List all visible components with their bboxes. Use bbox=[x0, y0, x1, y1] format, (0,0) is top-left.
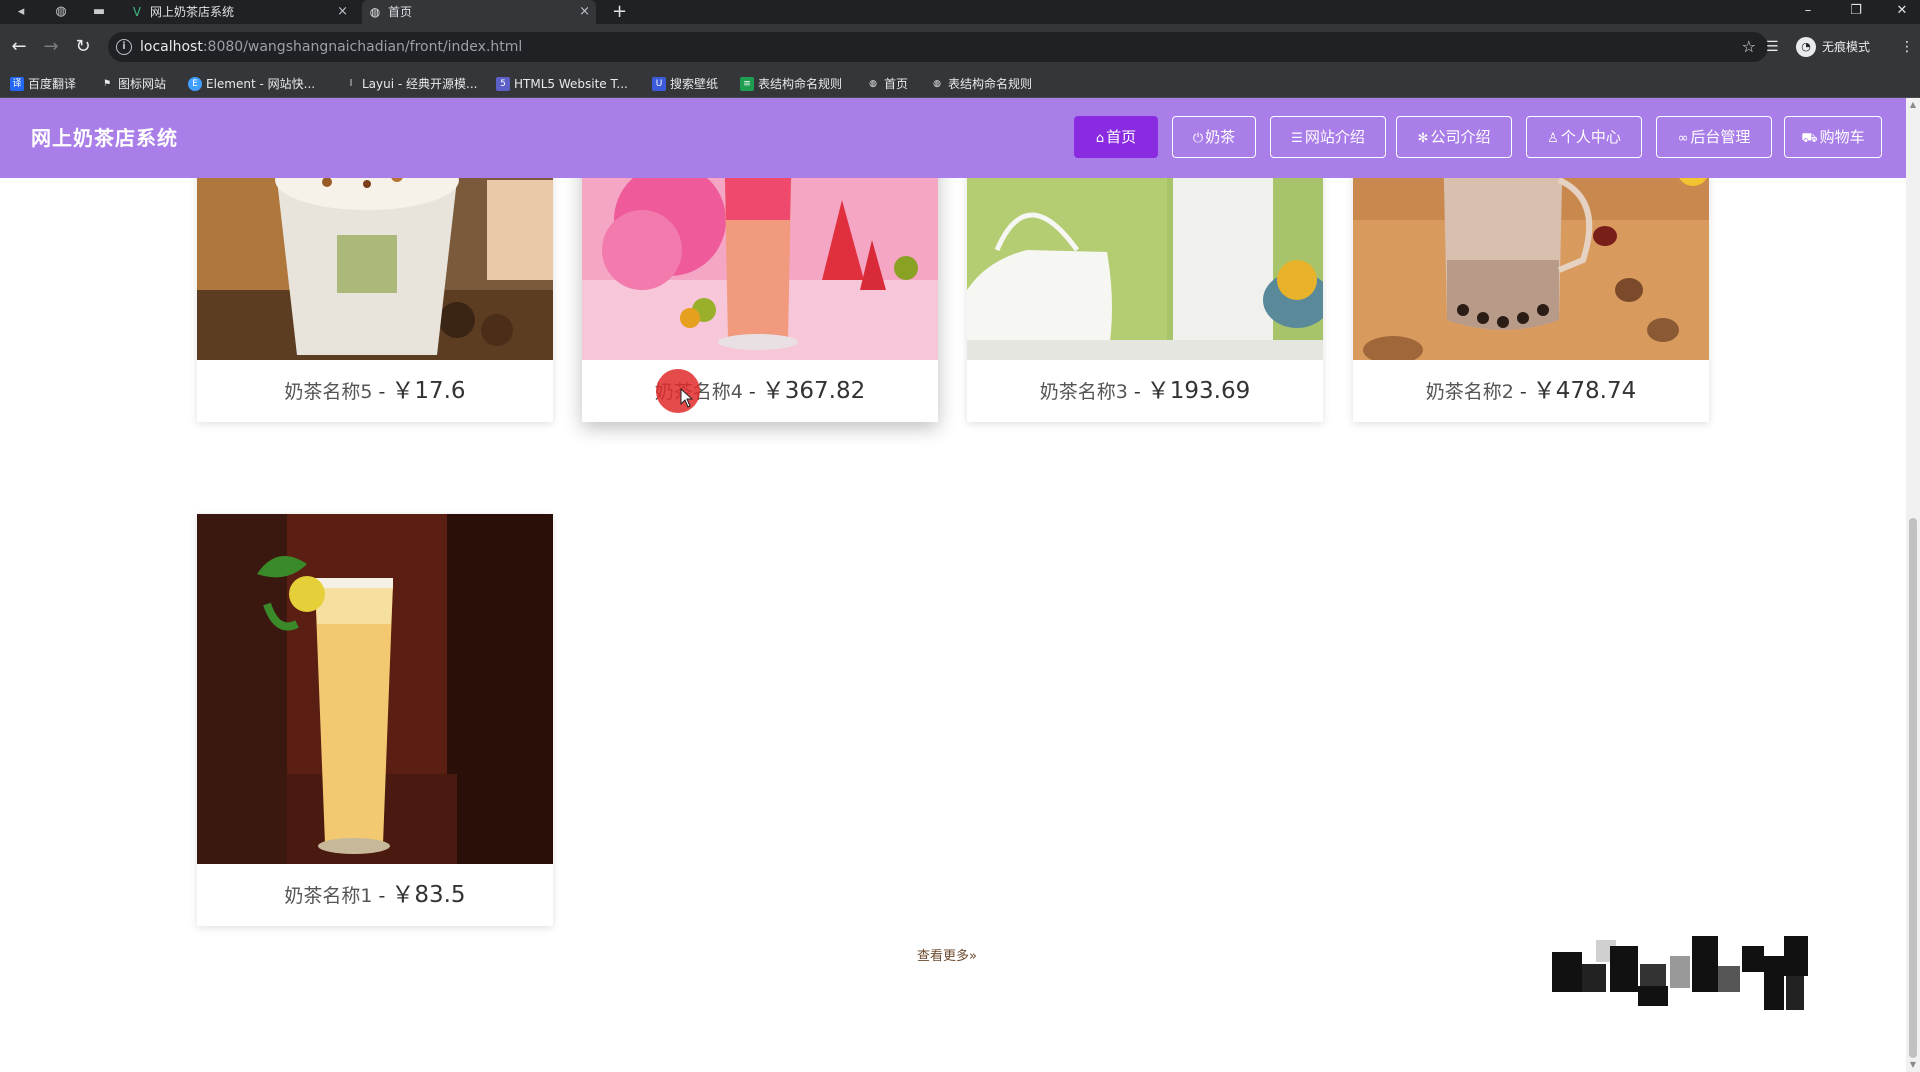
page-viewport: 网上奶茶店系统 ⌂ 首页 ⏻ 奶茶 ☰ 网站介绍 ✻ 公司介绍 ♙ 个人中心 ∞ 后台管理 … bbox=[0, 98, 1920, 1072]
element-logo-icon: E bbox=[188, 77, 202, 91]
info-icon[interactable]: i bbox=[116, 39, 132, 55]
bookmark-item[interactable]: 译百度翻译 bbox=[10, 70, 76, 98]
pixelated-qr-image bbox=[1552, 936, 1808, 1010]
product-card[interactable]: 奶茶名称5- ￥17.6 bbox=[197, 140, 553, 422]
browser-toolbar: ← → ↻ i localhost:8080/wangshangnaichadi… bbox=[0, 24, 1920, 70]
new-tab-button[interactable]: + bbox=[612, 0, 627, 24]
mouse-cursor-icon bbox=[680, 388, 694, 408]
menu-icon[interactable]: ⋮ bbox=[1900, 36, 1914, 58]
double-chevron-right-icon: » bbox=[969, 949, 977, 964]
product-price: ￥478.74 bbox=[1532, 378, 1637, 404]
bookmark-item[interactable]: U 搜索壁纸 bbox=[652, 70, 718, 98]
wallpaper-icon: U bbox=[652, 77, 666, 91]
globe-icon[interactable]: ◍ bbox=[50, 2, 72, 22]
globe-icon: ◍ bbox=[869, 79, 877, 89]
product-name: 奶茶名称5 bbox=[284, 381, 373, 403]
site-title: 网上奶茶店系统 bbox=[31, 126, 178, 150]
nav-site-intro[interactable]: ☰ 网站介绍 bbox=[1270, 116, 1386, 158]
incognito-indicator[interactable]: ◔ 无痕模式 bbox=[1796, 34, 1870, 60]
translate-icon: 译 bbox=[10, 77, 24, 91]
product-caption: 奶茶名称3- ￥193.69 bbox=[1039, 378, 1251, 404]
lemon-drink-photo bbox=[197, 514, 553, 864]
bookmark-item[interactable]: E Element - 网站快... bbox=[188, 70, 315, 98]
product-card[interactable]: 奶茶名称1- ￥83.5 bbox=[197, 514, 553, 926]
nav-user-center[interactable]: ♙ 个人中心 bbox=[1526, 116, 1642, 158]
product-name: 奶茶名称3 bbox=[1039, 381, 1128, 403]
vue-logo-icon: V bbox=[132, 5, 142, 19]
product-card[interactable]: 奶茶名称3- ￥193.69 bbox=[967, 140, 1323, 422]
nav-home[interactable]: ⌂ 首页 bbox=[1074, 116, 1158, 158]
nav-cart[interactable]: ⛟ 购物车 bbox=[1784, 116, 1882, 158]
nav-admin[interactable]: ∞ 后台管理 bbox=[1656, 116, 1772, 158]
back-icon[interactable]: ← bbox=[8, 36, 30, 58]
bookmark-star-icon[interactable]: ☆ bbox=[1742, 32, 1756, 62]
product-card[interactable]: 奶茶名称2- ￥478.74 bbox=[1353, 140, 1709, 422]
close-icon[interactable]: × bbox=[579, 0, 590, 24]
address-bar[interactable]: i localhost:8080/wangshangnaichadian/fro… bbox=[108, 32, 1768, 62]
flag-icon: ⚑ bbox=[102, 79, 112, 89]
scroll-up-icon[interactable]: ▲ bbox=[1906, 98, 1920, 112]
bookmark-item[interactable]: ◍ 表结构命名规则 bbox=[930, 70, 1032, 98]
cart-icon: ⛟ bbox=[1801, 131, 1818, 146]
site-header: 网上奶茶店系统 ⌂ 首页 ⏻ 奶茶 ☰ 网站介绍 ✻ 公司介绍 ♙ 个人中心 ∞ 后台管理 … bbox=[0, 98, 1906, 178]
close-icon[interactable]: × bbox=[337, 0, 348, 24]
product-price: ￥367.82 bbox=[761, 378, 866, 404]
product-caption: 奶茶名称4-￥367.82 bbox=[582, 360, 938, 422]
url-text[interactable]: localhost:8080/wangshangnaichadian/front… bbox=[140, 32, 522, 62]
product-price: ￥17.6 bbox=[391, 378, 466, 404]
nav-company-intro[interactable]: ✻ 公司介绍 bbox=[1396, 116, 1512, 158]
user-icon: ♙ bbox=[1547, 131, 1559, 146]
product-price: ￥193.69 bbox=[1146, 378, 1251, 404]
speaker-icon[interactable]: ◂ bbox=[10, 2, 32, 22]
browser-tab-strip: ◂ ◍ ▬ V 网上奶茶店系统 × ◍ 首页 × + – ❐ ✕ bbox=[0, 0, 1920, 24]
minimize-icon[interactable]: – bbox=[1786, 0, 1830, 24]
product-caption: 奶茶名称2- ￥478.74 bbox=[1425, 378, 1637, 404]
tab-search-icon[interactable]: ☰ bbox=[1766, 36, 1779, 58]
browser-tab-inactive[interactable]: V 网上奶茶店系统 × bbox=[124, 0, 354, 24]
sheet-icon: ≡ bbox=[740, 77, 754, 91]
bookmark-item[interactable]: 5 HTML5 Website T... bbox=[496, 70, 628, 98]
link-icon: ∞ bbox=[1677, 131, 1689, 146]
forward-icon[interactable]: → bbox=[40, 36, 62, 58]
tab-title: 首页 bbox=[388, 5, 413, 19]
browser-tab-active[interactable]: ◍ 首页 × bbox=[362, 0, 596, 24]
incognito-label: 无痕模式 bbox=[1822, 40, 1871, 54]
product-image[interactable] bbox=[197, 514, 553, 864]
incognito-icon: ◔ bbox=[1796, 37, 1816, 57]
product-card[interactable]: 奶茶名称4-￥367.82 bbox=[582, 140, 938, 422]
product-price: ￥83.5 bbox=[391, 882, 466, 908]
window-icon[interactable]: ▬ bbox=[88, 2, 110, 22]
close-window-icon[interactable]: ✕ bbox=[1880, 0, 1920, 24]
list-icon: ☰ bbox=[1291, 131, 1303, 146]
globe-icon: ◍ bbox=[369, 5, 381, 19]
html5-icon: 5 bbox=[496, 77, 510, 91]
product-caption: 奶茶名称5- ￥17.6 bbox=[284, 378, 466, 404]
snowflake-icon: ✻ bbox=[1417, 131, 1429, 146]
bookmark-item[interactable]: l Layui - 经典开源模... bbox=[344, 70, 478, 98]
page-scrollbar[interactable]: ▲ ▼ bbox=[1906, 98, 1920, 1072]
home-icon: ⌂ bbox=[1095, 131, 1105, 146]
scrollbar-thumb[interactable] bbox=[1909, 518, 1917, 1058]
nav-milktea[interactable]: ⏻ 奶茶 bbox=[1172, 116, 1256, 158]
restore-icon[interactable]: ❐ bbox=[1834, 0, 1878, 24]
scroll-down-icon[interactable]: ▼ bbox=[1906, 1058, 1920, 1072]
bookmark-item[interactable]: ⚑ 图标网站 bbox=[100, 70, 166, 98]
site-nav: ⌂ 首页 ⏻ 奶茶 ☰ 网站介绍 ✻ 公司介绍 ♙ 个人中心 ∞ 后台管理 ⛟ 购物车 bbox=[1074, 116, 1882, 158]
layui-logo-icon: l bbox=[349, 79, 353, 89]
power-icon: ⏻ bbox=[1192, 131, 1204, 146]
bookmark-item[interactable]: ≡ 表结构命名规则 bbox=[740, 70, 842, 98]
globe-icon: ◍ bbox=[933, 79, 941, 89]
product-name: 奶茶名称1 bbox=[284, 885, 373, 907]
bookmark-item[interactable]: ◍ 首页 bbox=[866, 70, 908, 98]
product-caption: 奶茶名称1- ￥83.5 bbox=[284, 882, 466, 908]
tab-title: 网上奶茶店系统 bbox=[150, 5, 235, 19]
reload-icon[interactable]: ↻ bbox=[72, 36, 94, 58]
bookmarks-bar: 译百度翻译 ⚑ 图标网站 E Element - 网站快... l Layui - 经… bbox=[0, 70, 1920, 98]
product-name: 奶茶名称2 bbox=[1425, 381, 1514, 403]
view-more-link[interactable]: 查看更多» bbox=[917, 945, 977, 964]
